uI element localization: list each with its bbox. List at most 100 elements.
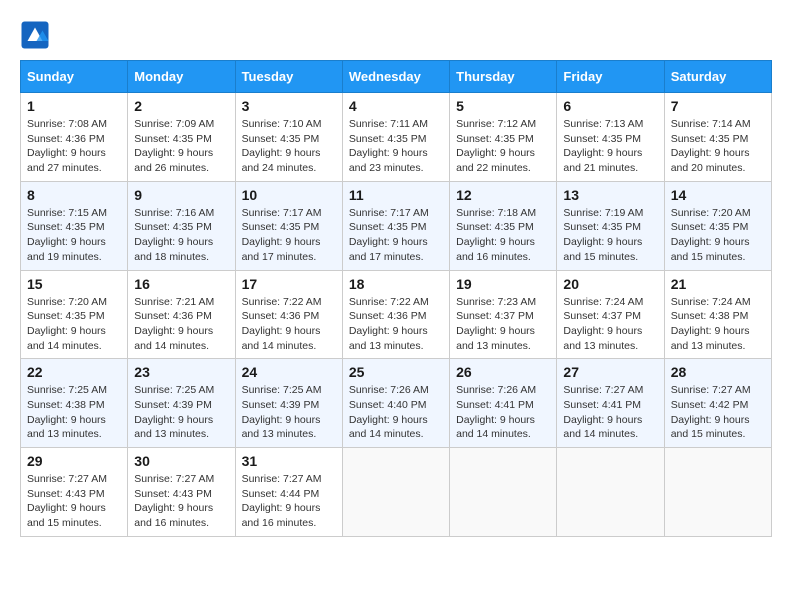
day-info: Sunrise: 7:24 AM Sunset: 4:38 PM Dayligh… <box>671 295 765 354</box>
calendar-header: SundayMondayTuesdayWednesdayThursdayFrid… <box>21 61 772 93</box>
day-number: 1 <box>27 98 121 114</box>
logo <box>20 20 54 50</box>
day-info: Sunrise: 7:08 AM Sunset: 4:36 PM Dayligh… <box>27 117 121 176</box>
calendar-day-cell: 24 Sunrise: 7:25 AM Sunset: 4:39 PM Dayli… <box>235 359 342 448</box>
calendar-day-cell: 7 Sunrise: 7:14 AM Sunset: 4:35 PM Daylig… <box>664 93 771 182</box>
day-number: 2 <box>134 98 228 114</box>
calendar-day-cell <box>557 448 664 537</box>
calendar-day-cell: 1 Sunrise: 7:08 AM Sunset: 4:36 PM Daylig… <box>21 93 128 182</box>
calendar-day-cell: 29 Sunrise: 7:27 AM Sunset: 4:43 PM Dayli… <box>21 448 128 537</box>
header <box>20 20 772 50</box>
day-info: Sunrise: 7:20 AM Sunset: 4:35 PM Dayligh… <box>671 206 765 265</box>
day-info: Sunrise: 7:23 AM Sunset: 4:37 PM Dayligh… <box>456 295 550 354</box>
calendar-day-cell: 18 Sunrise: 7:22 AM Sunset: 4:36 PM Dayli… <box>342 270 449 359</box>
day-info: Sunrise: 7:27 AM Sunset: 4:42 PM Dayligh… <box>671 383 765 442</box>
day-info: Sunrise: 7:25 AM Sunset: 4:39 PM Dayligh… <box>242 383 336 442</box>
day-info: Sunrise: 7:25 AM Sunset: 4:38 PM Dayligh… <box>27 383 121 442</box>
day-info: Sunrise: 7:10 AM Sunset: 4:35 PM Dayligh… <box>242 117 336 176</box>
day-number: 21 <box>671 276 765 292</box>
day-number: 15 <box>27 276 121 292</box>
day-info: Sunrise: 7:24 AM Sunset: 4:37 PM Dayligh… <box>563 295 657 354</box>
logo-icon <box>20 20 50 50</box>
day-number: 9 <box>134 187 228 203</box>
day-number: 18 <box>349 276 443 292</box>
calendar-week-row: 22 Sunrise: 7:25 AM Sunset: 4:38 PM Dayli… <box>21 359 772 448</box>
day-number: 19 <box>456 276 550 292</box>
day-number: 13 <box>563 187 657 203</box>
day-number: 11 <box>349 187 443 203</box>
day-number: 27 <box>563 364 657 380</box>
day-of-week-header: Tuesday <box>235 61 342 93</box>
day-number: 29 <box>27 453 121 469</box>
day-number: 25 <box>349 364 443 380</box>
day-info: Sunrise: 7:20 AM Sunset: 4:35 PM Dayligh… <box>27 295 121 354</box>
calendar-day-cell <box>664 448 771 537</box>
calendar-day-cell: 6 Sunrise: 7:13 AM Sunset: 4:35 PM Daylig… <box>557 93 664 182</box>
calendar-day-cell: 15 Sunrise: 7:20 AM Sunset: 4:35 PM Dayli… <box>21 270 128 359</box>
day-info: Sunrise: 7:11 AM Sunset: 4:35 PM Dayligh… <box>349 117 443 176</box>
calendar-day-cell: 28 Sunrise: 7:27 AM Sunset: 4:42 PM Dayli… <box>664 359 771 448</box>
day-info: Sunrise: 7:27 AM Sunset: 4:44 PM Dayligh… <box>242 472 336 531</box>
day-info: Sunrise: 7:21 AM Sunset: 4:36 PM Dayligh… <box>134 295 228 354</box>
calendar-day-cell: 25Sunrise: 7:26 AM Sunset: 4:40 PM Dayli… <box>342 359 449 448</box>
day-number: 14 <box>671 187 765 203</box>
calendar-day-cell: 23Sunrise: 7:25 AM Sunset: 4:39 PM Dayli… <box>128 359 235 448</box>
calendar-day-cell <box>450 448 557 537</box>
day-of-week-header: Thursday <box>450 61 557 93</box>
day-info: Sunrise: 7:27 AM Sunset: 4:43 PM Dayligh… <box>27 472 121 531</box>
day-number: 12 <box>456 187 550 203</box>
calendar-day-cell: 30 Sunrise: 7:27 AM Sunset: 4:43 PM Dayli… <box>128 448 235 537</box>
calendar-day-cell: 31Sunrise: 7:27 AM Sunset: 4:44 PM Dayli… <box>235 448 342 537</box>
calendar-day-cell: 11 Sunrise: 7:17 AM Sunset: 4:35 PM Dayli… <box>342 181 449 270</box>
day-number: 22 <box>27 364 121 380</box>
day-info: Sunrise: 7:12 AM Sunset: 4:35 PM Dayligh… <box>456 117 550 176</box>
day-number: 16 <box>134 276 228 292</box>
day-of-week-header: Monday <box>128 61 235 93</box>
day-of-week-header: Wednesday <box>342 61 449 93</box>
day-info: Sunrise: 7:27 AM Sunset: 4:41 PM Dayligh… <box>563 383 657 442</box>
calendar-day-cell: 3 Sunrise: 7:10 AM Sunset: 4:35 PM Daylig… <box>235 93 342 182</box>
day-info: Sunrise: 7:15 AM Sunset: 4:35 PM Dayligh… <box>27 206 121 265</box>
calendar-week-row: 1 Sunrise: 7:08 AM Sunset: 4:36 PM Daylig… <box>21 93 772 182</box>
day-number: 28 <box>671 364 765 380</box>
calendar-day-cell: 27 Sunrise: 7:27 AM Sunset: 4:41 PM Dayli… <box>557 359 664 448</box>
day-info: Sunrise: 7:18 AM Sunset: 4:35 PM Dayligh… <box>456 206 550 265</box>
calendar-day-cell: 9 Sunrise: 7:16 AM Sunset: 4:35 PM Daylig… <box>128 181 235 270</box>
day-number: 5 <box>456 98 550 114</box>
calendar-day-cell: 4 Sunrise: 7:11 AM Sunset: 4:35 PM Daylig… <box>342 93 449 182</box>
day-info: Sunrise: 7:25 AM Sunset: 4:39 PM Dayligh… <box>134 383 228 442</box>
day-number: 24 <box>242 364 336 380</box>
calendar-day-cell: 5 Sunrise: 7:12 AM Sunset: 4:35 PM Daylig… <box>450 93 557 182</box>
calendar-day-cell: 22 Sunrise: 7:25 AM Sunset: 4:38 PM Dayli… <box>21 359 128 448</box>
day-info: Sunrise: 7:09 AM Sunset: 4:35 PM Dayligh… <box>134 117 228 176</box>
calendar-day-cell: 8Sunrise: 7:15 AM Sunset: 4:35 PM Daylig… <box>21 181 128 270</box>
day-number: 7 <box>671 98 765 114</box>
day-info: Sunrise: 7:22 AM Sunset: 4:36 PM Dayligh… <box>242 295 336 354</box>
calendar-day-cell: 19 Sunrise: 7:23 AM Sunset: 4:37 PM Dayli… <box>450 270 557 359</box>
day-info: Sunrise: 7:16 AM Sunset: 4:35 PM Dayligh… <box>134 206 228 265</box>
calendar-day-cell: 20 Sunrise: 7:24 AM Sunset: 4:37 PM Dayli… <box>557 270 664 359</box>
day-number: 30 <box>134 453 228 469</box>
day-info: Sunrise: 7:22 AM Sunset: 4:36 PM Dayligh… <box>349 295 443 354</box>
day-of-week-header: Sunday <box>21 61 128 93</box>
calendar-day-cell: 14 Sunrise: 7:20 AM Sunset: 4:35 PM Dayli… <box>664 181 771 270</box>
calendar-day-cell: 12 Sunrise: 7:18 AM Sunset: 4:35 PM Dayli… <box>450 181 557 270</box>
day-number: 26 <box>456 364 550 380</box>
day-info: Sunrise: 7:14 AM Sunset: 4:35 PM Dayligh… <box>671 117 765 176</box>
calendar-day-cell: 17Sunrise: 7:22 AM Sunset: 4:36 PM Dayli… <box>235 270 342 359</box>
calendar-table: SundayMondayTuesdayWednesdayThursdayFrid… <box>20 60 772 537</box>
day-number: 3 <box>242 98 336 114</box>
day-number: 20 <box>563 276 657 292</box>
calendar-day-cell: 10Sunrise: 7:17 AM Sunset: 4:35 PM Dayli… <box>235 181 342 270</box>
calendar-day-cell: 21 Sunrise: 7:24 AM Sunset: 4:38 PM Dayli… <box>664 270 771 359</box>
day-number: 4 <box>349 98 443 114</box>
day-info: Sunrise: 7:17 AM Sunset: 4:35 PM Dayligh… <box>349 206 443 265</box>
day-info: Sunrise: 7:19 AM Sunset: 4:35 PM Dayligh… <box>563 206 657 265</box>
day-of-week-header: Saturday <box>664 61 771 93</box>
day-info: Sunrise: 7:17 AM Sunset: 4:35 PM Dayligh… <box>242 206 336 265</box>
day-info: Sunrise: 7:13 AM Sunset: 4:35 PM Dayligh… <box>563 117 657 176</box>
calendar-day-cell: 26Sunrise: 7:26 AM Sunset: 4:41 PM Dayli… <box>450 359 557 448</box>
day-info: Sunrise: 7:27 AM Sunset: 4:43 PM Dayligh… <box>134 472 228 531</box>
day-number: 6 <box>563 98 657 114</box>
calendar-day-cell <box>342 448 449 537</box>
